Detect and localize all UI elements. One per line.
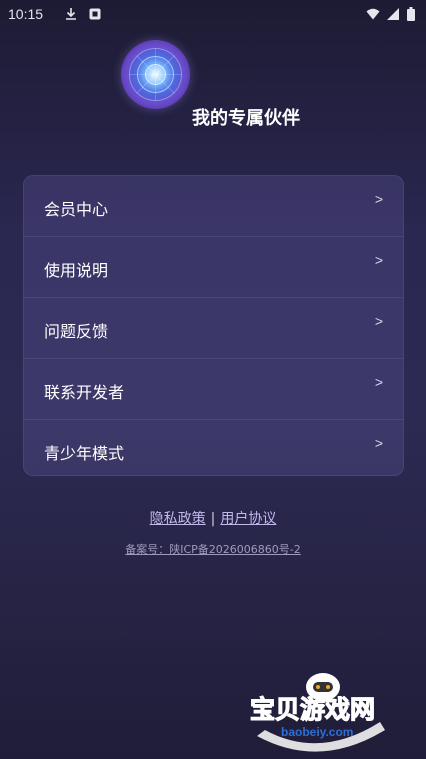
- chevron-right-icon: >: [374, 313, 383, 329]
- signal-icon: [387, 8, 399, 20]
- download-icon: [66, 8, 76, 20]
- avatar-label: ﾉﾉ: [151, 69, 160, 78]
- menu-item-label: 问题反馈: [44, 322, 109, 341]
- menu-item-label: 会员中心: [44, 200, 109, 219]
- links-separator: |: [210, 511, 216, 527]
- menu-item-label: 使用说明: [44, 261, 109, 280]
- icp-record: 备案号：陕ICP备2026006860号-2: [0, 541, 426, 557]
- watermark-domain: baobeiy.com: [281, 725, 353, 739]
- icp-record-text[interactable]: 备案号：陕ICP备2026006860号-2: [125, 543, 301, 556]
- menu-item-label: 联系开发者: [44, 383, 125, 402]
- watermark-logo: 宝贝游戏网 baobeiy.com: [249, 673, 385, 752]
- chevron-right-icon: >: [374, 191, 383, 207]
- menu-item-teen-mode[interactable]: 青少年模式 >: [24, 420, 403, 475]
- page-title: 我的专属伙伴: [192, 108, 300, 129]
- menu-item-label: 青少年模式: [44, 444, 125, 463]
- battery-icon: [407, 7, 415, 21]
- chevron-right-icon: >: [374, 435, 383, 451]
- chevron-right-icon: >: [374, 374, 383, 390]
- wifi-icon: [366, 8, 380, 20]
- menu-item-instructions[interactable]: 使用说明 >: [24, 237, 403, 298]
- menu-card: 会员中心 > 使用说明 > 问题反馈 > 联系开发者 > 青少年模式 >: [23, 175, 404, 476]
- chevron-right-icon: >: [374, 252, 383, 268]
- privacy-policy-link[interactable]: 隐私政策: [150, 511, 206, 527]
- status-bar: 10:15: [0, 0, 426, 30]
- watermark-brand: 宝贝游戏网: [250, 695, 375, 724]
- menu-item-membership[interactable]: 会员中心 >: [24, 176, 403, 237]
- menu-item-feedback[interactable]: 问题反馈 >: [24, 298, 403, 359]
- menu-item-contact-developer[interactable]: 联系开发者 >: [24, 359, 403, 420]
- notification-icon: [89, 8, 101, 20]
- legal-links: 隐私政策 | 用户协议: [0, 508, 426, 528]
- user-agreement-link[interactable]: 用户协议: [220, 511, 276, 527]
- status-time: 10:15: [8, 6, 44, 22]
- avatar[interactable]: ﾉﾉ: [121, 40, 190, 109]
